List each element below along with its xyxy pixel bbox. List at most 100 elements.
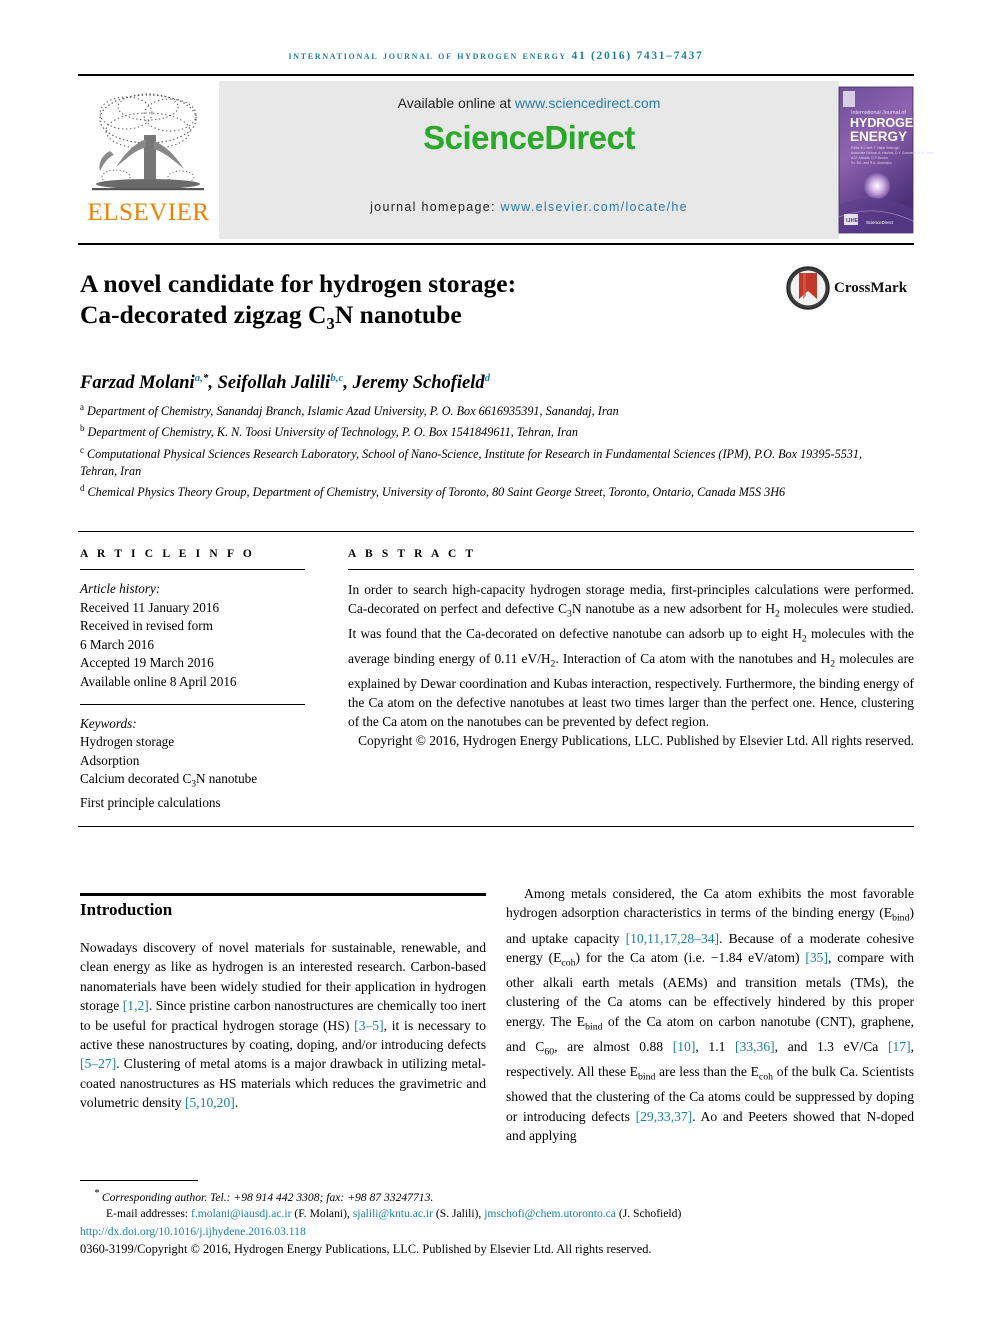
introduction-heading: Introduction (80, 900, 173, 919)
masthead-bottom-rule (78, 243, 914, 245)
sciencedirect-logo: ScienceDirect (423, 119, 635, 156)
history-received: Received 11 January 2016 (80, 599, 220, 615)
email-owner-molani: (F. Molani) (294, 1207, 347, 1221)
title-line-1: A novel candidate for hydrogen storage: (80, 269, 517, 298)
svg-text:IJHE: IJHE (846, 218, 859, 224)
doi-link[interactable]: http://dx.doi.org/10.1016/j.ijhydene.201… (80, 1224, 916, 1240)
citation-29-33-37[interactable]: [29,33,37] (636, 1109, 693, 1124)
body-column-left: Introduction Nowadays discovery of novel… (80, 900, 486, 1113)
citation-10[interactable]: [10] (673, 1039, 696, 1054)
journal-homepage-label: journal homepage: (370, 200, 501, 214)
keyword-1: Hydrogen storage (80, 734, 175, 750)
corresponding-author-note: * Corresponding author. Tel.: +98 914 44… (80, 1186, 916, 1206)
email-link-schofield[interactable]: jmschofi@chem.utoronto.ca (484, 1207, 616, 1220)
corresponding-star-icon: * (94, 1188, 99, 1199)
email-owner-schofield: (J. Schofield) (618, 1207, 682, 1221)
journal-homepage-link[interactable]: www.elsevier.com/locate/he (501, 200, 688, 214)
crossmark-icon (786, 266, 830, 310)
citation-10-34[interactable]: [10,11,17,28–34] (626, 931, 720, 946)
abstract-copyright: Copyright © 2016, Hydrogen Energy Public… (358, 733, 914, 749)
history-available-online: Available online 8 April 2016 (80, 673, 237, 689)
abstract-text: In order to search high-capacity hydroge… (348, 582, 914, 730)
article-history-block: Article history: Received 11 January 201… (80, 580, 305, 692)
top-rule (78, 74, 914, 76)
history-revised-label: Received in revised form (80, 618, 213, 634)
email-link-jalili[interactable]: sjalili@kntu.ac.ir (353, 1207, 433, 1220)
svg-text:HYDROGEN: HYDROGEN (850, 116, 922, 130)
page-footer: * Corresponding author. Tel.: +98 914 44… (80, 1186, 916, 1257)
available-online-line: Available online at www.sciencedirect.co… (219, 95, 839, 111)
email-link-molani[interactable]: f.molani@iausdj.ac.ir (191, 1207, 292, 1220)
article-info-section: A R T I C L E I N F O Article history: R… (80, 548, 305, 812)
author-2-affil-mark: b,c (330, 372, 344, 384)
email-addresses-line: E-mail addresses: f.molani@iausdj.ac.ir … (106, 1207, 682, 1221)
author-3-affil-mark: d (484, 372, 491, 384)
svg-text:Editor-in-Chief: T. Nejat Vezi: Editor-in-Chief: T. Nejat Veziroglu (851, 146, 900, 150)
citation-1-2[interactable]: [1,2] (123, 998, 149, 1013)
affiliation-b: b Department of Chemistry, K. N. Toosi U… (80, 420, 870, 441)
affiliation-b-text: Department of Chemistry, K. N. Toosi Uni… (87, 425, 578, 440)
history-accepted: Accepted 19 March 2016 (80, 655, 214, 671)
article-history-label: Article history: (80, 581, 161, 596)
author-list: Farzad Molania,*, Seifollah Jalilib,c, J… (80, 372, 491, 394)
citation-3-5[interactable]: [3–5] (354, 1018, 383, 1033)
history-revised-date: 6 March 2016 (80, 636, 154, 652)
abstract-section: A B S T R A C T In order to search high-… (348, 548, 914, 751)
affiliation-a-text: Department of Chemistry, Sanandaj Branch… (87, 404, 619, 419)
citation-17[interactable]: [17] (888, 1039, 911, 1054)
footer-rule (80, 1180, 198, 1181)
keyword-3: Calcium decorated C3N nanotube (80, 771, 258, 789)
abstract-heading: A B S T R A C T (348, 548, 477, 560)
affiliation-c-text: Computational Physical Sciences Research… (80, 446, 863, 478)
author-3: Jeremy Schofield (352, 373, 485, 394)
affiliation-d-mark: d (80, 483, 85, 493)
email-owner-jalili: (S. Jalili) (435, 1207, 479, 1221)
page-title: A novel candidate for hydrogen storage: … (80, 268, 700, 339)
affiliation-d-text: Chemical Physics Theory Group, Departmen… (87, 485, 786, 500)
title-line-2-post: N nanotube (334, 300, 462, 329)
svg-text:ENERGY: ENERGY (850, 129, 907, 144)
issn-copyright-line: 0360-3199/Copyright © 2016, Hydrogen Ene… (80, 1242, 652, 1257)
masthead: ELSEVIER Available online at www.science… (78, 81, 934, 239)
author-1-affil-mark: a, (194, 372, 203, 384)
affiliation-list: a Department of Chemistry, Sanandaj Bran… (80, 399, 870, 501)
elsevier-wordmark: ELSEVIER (87, 199, 210, 226)
affiliation-b-mark: b (80, 423, 85, 434)
email-addresses-label: E-mail addresses: (106, 1207, 189, 1221)
citation-5-27[interactable]: [5–27] (80, 1056, 116, 1071)
available-online-text: Available online at (397, 95, 515, 111)
journal-homepage-line: journal homepage: www.elsevier.com/locat… (219, 200, 839, 214)
affiliation-a: a Department of Chemistry, Sanandaj Bran… (80, 399, 870, 420)
info-section-top-rule (78, 531, 914, 532)
keyword-4: First principle calculations (80, 794, 221, 810)
elsevier-tree-icon (86, 89, 210, 199)
author-1-corresponding-mark: * (202, 372, 209, 384)
svg-text:Ex. Ed.: and R.A. Andrzejko: Ex. Ed.: and R.A. Andrzejko (851, 161, 892, 165)
keywords-block: Keywords: Hydrogen storage Adsorption Ca… (80, 715, 305, 813)
journal-cover-thumbnail: International Journal of HYDROGEN ENERGY… (838, 81, 934, 239)
citation-33-36[interactable]: [33,36] (735, 1039, 775, 1054)
elsevier-logo: ELSEVIER (78, 81, 219, 239)
keywords-label: Keywords: (80, 715, 137, 731)
crossmark-badge[interactable]: CrossMark (786, 266, 916, 312)
crossmark-label: CrossMark (834, 280, 908, 296)
affiliation-d: d Chemical Physics Theory Group, Departm… (80, 480, 870, 501)
sciencedirect-link[interactable]: www.sciencedirect.com (515, 95, 661, 111)
abstract-rule (348, 569, 914, 570)
journal-article-page: International Journal of Hydrogen Energy… (0, 0, 992, 1323)
affiliation-c-mark: c (80, 444, 84, 455)
info-section-bottom-rule (78, 826, 914, 827)
corresponding-author-text: Corresponding author. Tel.: +98 914 442 … (101, 1190, 434, 1204)
title-subscript: 3 (326, 314, 335, 334)
citation-35[interactable]: [35] (805, 950, 828, 965)
affiliation-a-mark: a (80, 402, 84, 412)
article-info-heading: A R T I C L E I N F O (80, 548, 255, 560)
affiliation-c: c Computational Physical Sciences Resear… (80, 442, 870, 480)
svg-text:Associate Editors: A. Hashmi,: Associate Editors: A. Hashmi, D.Y. Goswa… (851, 151, 934, 155)
introduction-paragraph-left: Nowadays discovery of novel materials fo… (80, 940, 486, 1111)
introduction-paragraph-right: Among metals considered, the Ca atom exh… (506, 886, 915, 1144)
article-info-rule (80, 569, 305, 570)
svg-text:A.M. Abdalla, D.P. Broom: A.M. Abdalla, D.P. Broom (851, 156, 888, 160)
running-head: International Journal of Hydrogen Energy… (288, 50, 704, 62)
citation-5-10-20[interactable]: [5,10,20] (185, 1095, 235, 1110)
